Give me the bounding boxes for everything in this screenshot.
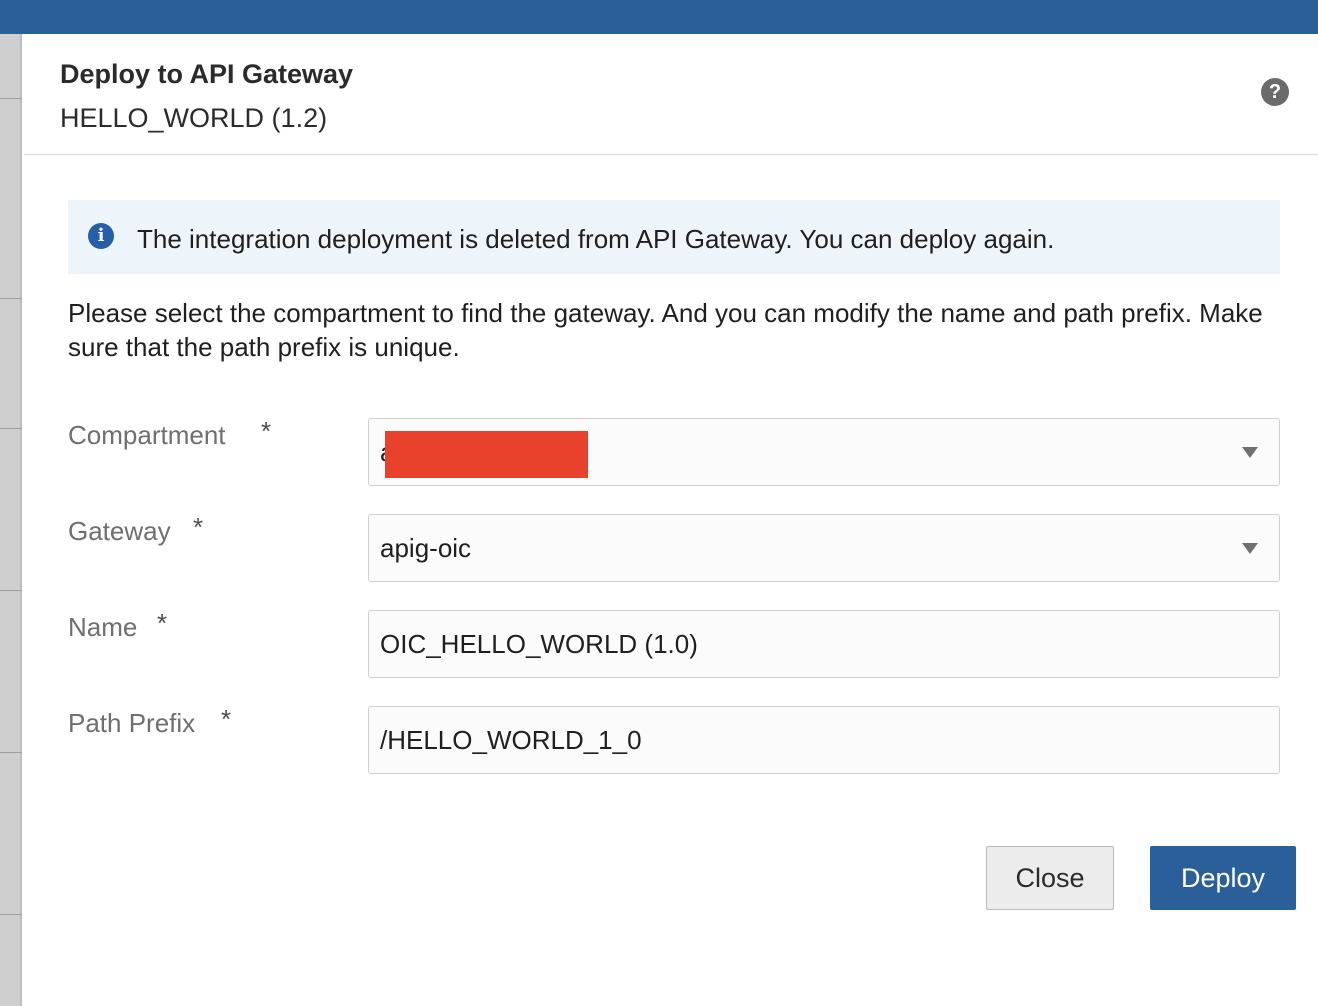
info-banner: i The integration deployment is deleted … xyxy=(68,200,1280,274)
deploy-dialog: Deploy to API Gateway HELLO_WORLD (1.2) … xyxy=(24,34,1318,1006)
required-marker: * xyxy=(261,416,272,446)
path-prefix-input[interactable]: /HELLO_WORLD_1_0 xyxy=(368,706,1280,774)
required-marker: * xyxy=(221,704,232,734)
gateway-label: Gateway xyxy=(68,516,171,546)
strip-divider xyxy=(0,98,22,99)
info-message: The integration deployment is deleted fr… xyxy=(137,224,1055,254)
strip-divider xyxy=(0,914,22,915)
path-prefix-label: Path Prefix xyxy=(68,708,196,738)
strip-divider xyxy=(0,752,22,753)
gateway-value: apig-oic xyxy=(380,533,472,563)
gateway-row: Gateway * apig-oic xyxy=(68,512,1280,582)
dialog-title: Deploy to API Gateway xyxy=(60,59,354,89)
gateway-select[interactable]: apig-oic xyxy=(368,514,1280,582)
redaction-block xyxy=(385,431,588,478)
name-value: OIC_HELLO_WORLD (1.0) xyxy=(380,629,698,659)
required-marker: * xyxy=(157,608,168,638)
name-row: Name * OIC_HELLO_WORLD (1.0) xyxy=(68,608,1280,678)
strip-divider xyxy=(0,428,22,429)
top-bar xyxy=(0,0,1318,34)
instructions-text: Please select the compartment to find th… xyxy=(68,298,1263,362)
strip-divider xyxy=(0,590,22,591)
dialog-subtitle: HELLO_WORLD (1.2) xyxy=(60,103,328,133)
chevron-down-icon xyxy=(1242,447,1258,458)
compartment-label: Compartment xyxy=(68,420,226,450)
chevron-down-icon xyxy=(1242,543,1258,554)
path-prefix-value: /HELLO_WORLD_1_0 xyxy=(380,725,642,755)
path-prefix-row: Path Prefix * /HELLO_WORLD_1_0 xyxy=(68,704,1280,774)
name-input[interactable]: OIC_HELLO_WORLD (1.0) xyxy=(368,610,1280,678)
strip-divider xyxy=(0,298,22,299)
required-marker: * xyxy=(193,512,204,542)
compartment-row: Compartment * a xyxy=(68,416,1280,486)
name-label: Name xyxy=(68,612,138,642)
info-icon: i xyxy=(88,223,114,249)
dialog-header: Deploy to API Gateway HELLO_WORLD (1.2) … xyxy=(24,34,1318,155)
background-page-strip xyxy=(0,34,22,1006)
compartment-select[interactable]: a xyxy=(368,418,1280,486)
help-icon[interactable]: ? xyxy=(1261,78,1289,106)
deploy-button[interactable]: Deploy xyxy=(1150,846,1296,910)
close-button[interactable]: Close xyxy=(986,846,1114,910)
